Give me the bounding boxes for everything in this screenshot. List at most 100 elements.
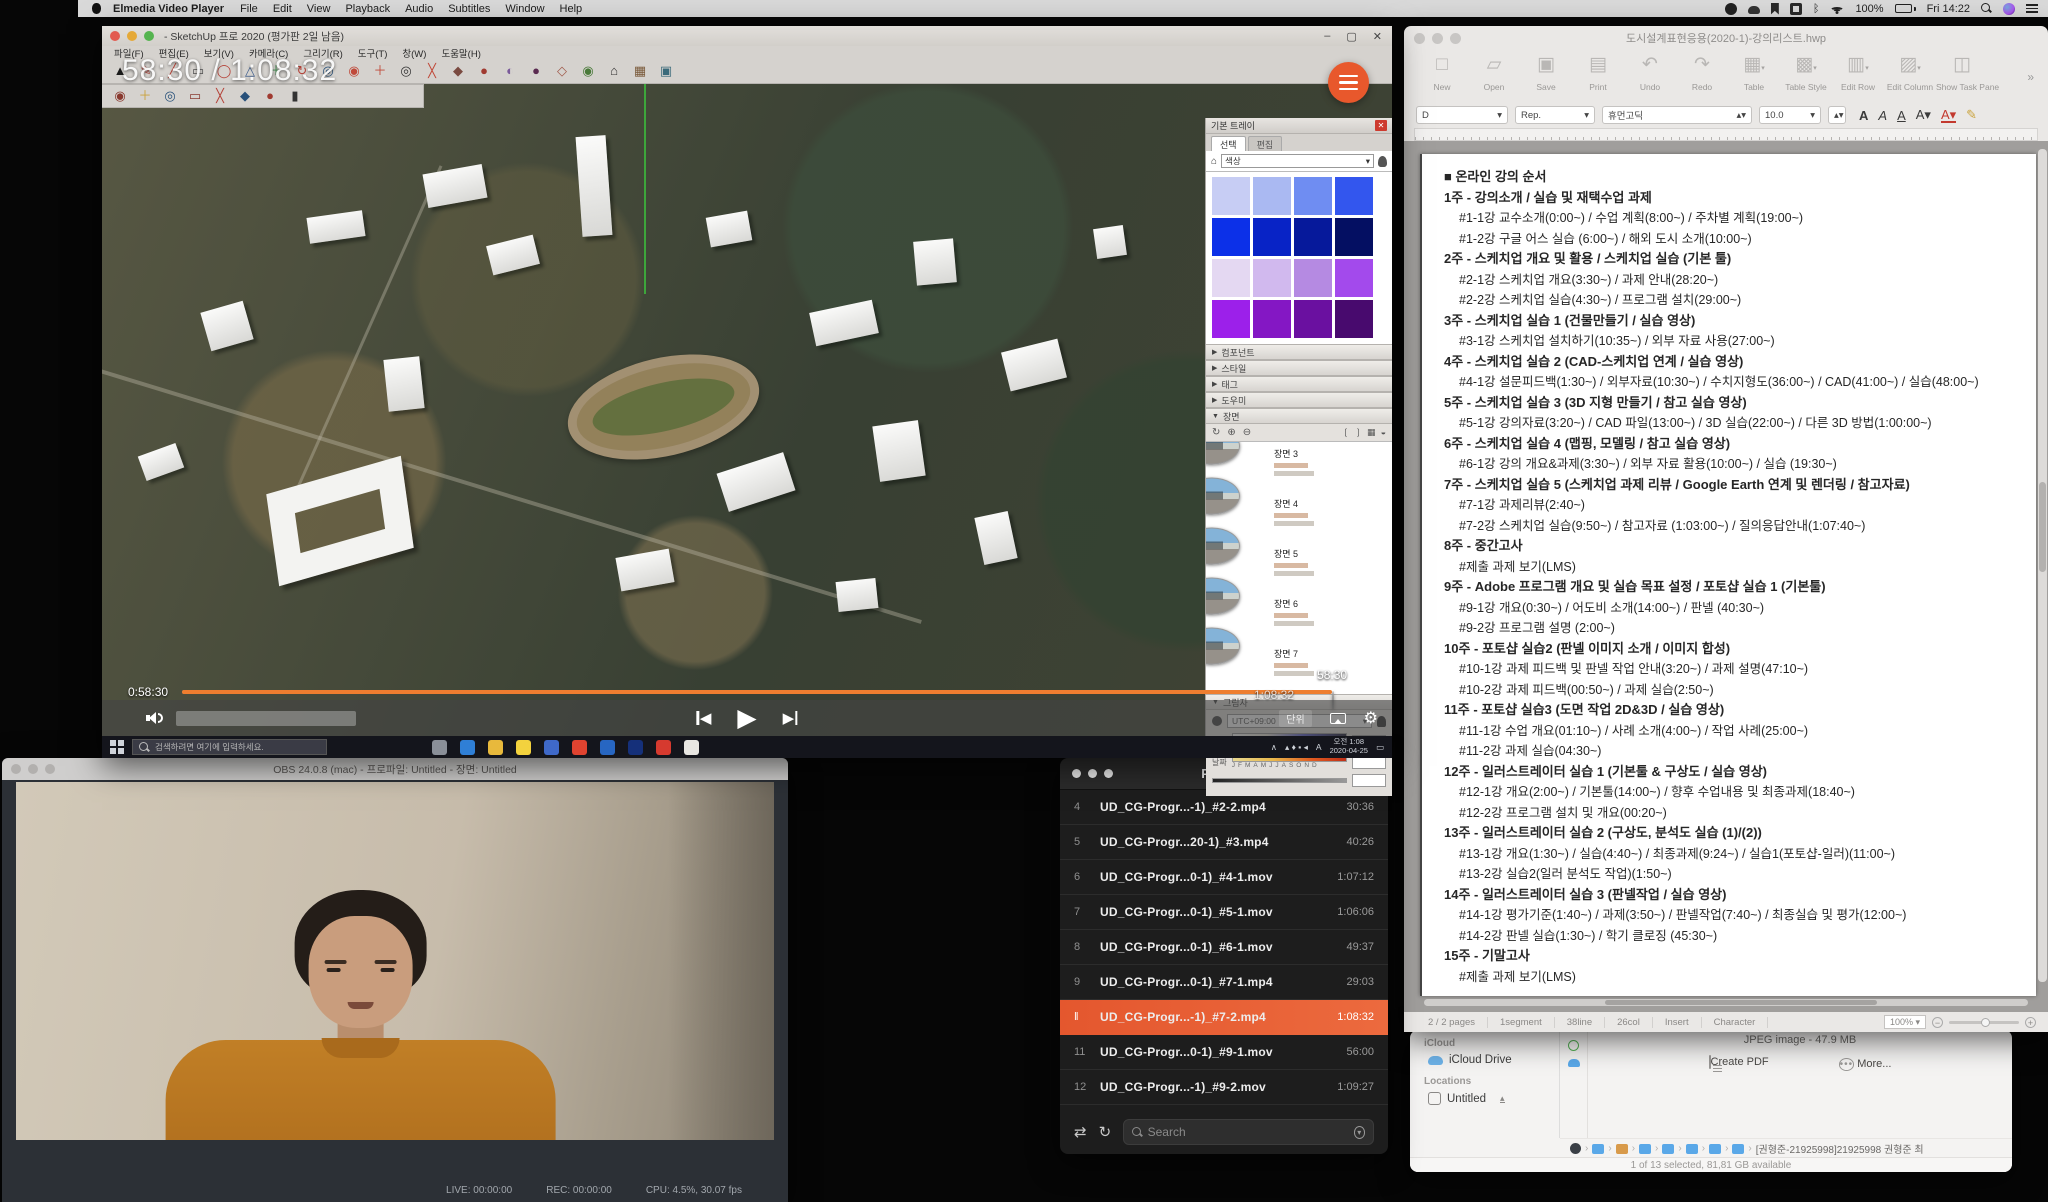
sketchup-tool-icon[interactable]: ▭: [185, 87, 205, 105]
player-menu-button[interactable]: [1328, 62, 1369, 103]
path-file-name[interactable]: [권형준-21925998]21925998 권형준 최: [1756, 1141, 1924, 1156]
hwp-toolbar-button[interactable]: ▤ Print: [1572, 52, 1624, 92]
scene-option-icon[interactable]: ❲: [1342, 427, 1350, 438]
size-stepper[interactable]: ▴▾: [1828, 106, 1846, 124]
color-swatch[interactable]: [1335, 218, 1373, 256]
window-control-glyph[interactable]: –: [1324, 30, 1330, 42]
playlist-row[interactable]: 11 UD_CG-Progr...0-1)_#9-1.mov 56:00: [1060, 1035, 1388, 1070]
sketchup-tool-icon[interactable]: ◎: [396, 62, 416, 80]
playlist-row[interactable]: ‖ UD_CG-Progr...-1)_#7-2.mp4 1:08:32: [1060, 1000, 1388, 1035]
start-button-icon[interactable]: [110, 740, 124, 754]
path-folder-icon[interactable]: [1639, 1144, 1651, 1154]
more-button[interactable]: ••• More...: [1839, 1056, 1892, 1074]
bold-button[interactable]: A: [1859, 108, 1868, 123]
sketchup-tool-icon[interactable]: ╳: [210, 87, 230, 105]
hwp-toolbar-button[interactable]: ▱ Open: [1468, 52, 1520, 92]
airplay-icon[interactable]: [1330, 713, 1346, 724]
scene-option-icon[interactable]: ❳: [1355, 427, 1363, 438]
hwp-toolbar-button[interactable]: ◫ Show Task Pane: [1936, 52, 1988, 92]
scene-item[interactable]: 장면 6: [1212, 596, 1378, 633]
color-swatch[interactable]: [1294, 218, 1332, 256]
active-app-name[interactable]: Elmedia Video Player: [113, 3, 224, 15]
taskbar-app-icon[interactable]: [628, 740, 643, 755]
color-swatch[interactable]: [1335, 300, 1373, 338]
hwp-toolbar-button[interactable]: ▣ Save: [1520, 52, 1572, 92]
path-folder-icon[interactable]: [1686, 1144, 1698, 1154]
color-swatch[interactable]: [1335, 259, 1373, 297]
sketchup-menu-item[interactable]: 도움말(H): [441, 46, 480, 60]
taskbar-app-icon[interactable]: [600, 740, 615, 755]
sketchup-viewport[interactable]: ◉＋◎▭╳◆●▮: [102, 84, 1392, 736]
eject-icon[interactable]: ▴: [1500, 1095, 1505, 1103]
seek-bar[interactable]: 58:30 1:08:32: [182, 690, 1380, 694]
path-home-icon[interactable]: [1616, 1144, 1628, 1154]
hwp-toolbar-button[interactable]: ▥▾ Edit Row: [1832, 52, 1884, 92]
refresh-icon[interactable]: ↻: [1212, 427, 1220, 438]
tray-section-scenes[interactable]: ▼장면: [1206, 408, 1392, 424]
menubar-item[interactable]: Playback: [345, 3, 390, 15]
hwp-toolbar-button[interactable]: ▩▾ Table Style: [1780, 52, 1832, 92]
tray-chevron-icon[interactable]: ∧: [1271, 742, 1277, 753]
notification-icon[interactable]: ▭: [1376, 742, 1384, 753]
settings-gear-icon[interactable]: ⚙: [1364, 708, 1378, 728]
color-swatch[interactable]: [1212, 259, 1250, 297]
sketchup-tool-icon[interactable]: ⌂: [604, 62, 624, 80]
tray-close-icon[interactable]: ✕: [1375, 120, 1387, 131]
tray-section-header[interactable]: ▶컴포넌트: [1206, 344, 1392, 360]
window-control-glyph[interactable]: ▢: [1346, 30, 1356, 43]
previous-button[interactable]: ◀: [696, 709, 711, 727]
windows-search-box[interactable]: 검색하려면 여기에 입력하세요.: [132, 739, 327, 755]
repeat-icon[interactable]: ↻: [1099, 1123, 1112, 1141]
menubar-clock[interactable]: Fri 14:22: [1927, 3, 1970, 15]
color-swatch[interactable]: [1294, 300, 1332, 338]
taskbar-clock[interactable]: 오전 1:08 2020-04-25: [1330, 738, 1368, 755]
scene-menu-icon[interactable]: ◒: [1381, 427, 1386, 438]
input-source-icon[interactable]: [1790, 3, 1802, 15]
taskbar-app-icon[interactable]: [432, 740, 447, 755]
path-folder-icon[interactable]: [1732, 1144, 1744, 1154]
tray-tab-select[interactable]: 선택: [1211, 136, 1246, 151]
menubar-item[interactable]: Edit: [273, 3, 292, 15]
path-folder-icon[interactable]: [1592, 1144, 1604, 1154]
window-control-glyph[interactable]: ✕: [1373, 30, 1382, 43]
scene-item[interactable]: 장면 4: [1212, 496, 1378, 533]
sketchup-tool-icon[interactable]: ＋: [135, 87, 155, 105]
bookmark-menubar-icon[interactable]: [1771, 3, 1779, 15]
dark-value-box[interactable]: [1352, 774, 1386, 787]
zoom-slider[interactable]: [1949, 1021, 2019, 1024]
playlist-row[interactable]: 8 UD_CG-Progr...0-1)_#6-1.mov 49:37: [1060, 930, 1388, 965]
shuffle-icon[interactable]: ⇄: [1074, 1123, 1087, 1141]
apple-menu-icon[interactable]: [92, 3, 101, 14]
battery-icon[interactable]: [1895, 4, 1916, 13]
sketchup-tool-icon[interactable]: ◆: [448, 62, 468, 80]
menubar-item[interactable]: Window: [505, 3, 544, 15]
spotlight-icon[interactable]: [1981, 3, 1992, 14]
menubar-item[interactable]: View: [307, 3, 331, 15]
playlist-search-input[interactable]: [1148, 1125, 1348, 1139]
color-swatch[interactable]: [1253, 177, 1291, 215]
italic-button[interactable]: A: [1878, 108, 1887, 123]
sketchup-tool-icon[interactable]: ●: [260, 87, 280, 105]
font-color-button[interactable]: A▾: [1941, 108, 1956, 123]
create-pdf-button[interactable]: Create PDF: [1709, 1056, 1769, 1074]
horizontal-scrollbar[interactable]: [1424, 999, 2028, 1006]
menubar-item[interactable]: Audio: [405, 3, 433, 15]
sketchup-tool-icon[interactable]: ◆: [235, 87, 255, 105]
hwp-toolbar-button[interactable]: ↷ Redo: [1676, 52, 1728, 92]
tray-section-header[interactable]: ▶태그: [1206, 376, 1392, 392]
obs-menubar-icon[interactable]: [1725, 3, 1737, 15]
dark-slider[interactable]: [1212, 778, 1347, 783]
bluetooth-icon[interactable]: ᛒ: [1813, 3, 1820, 15]
playlist-row[interactable]: 5 UD_CG-Progr...20-1)_#3.mp4 40:26: [1060, 825, 1388, 860]
search-options-icon[interactable]: ▾: [1354, 1126, 1365, 1139]
taskbar-app-icon[interactable]: [488, 740, 503, 755]
zoom-level-dropdown[interactable]: 100% ▾: [1884, 1015, 1926, 1029]
font-dropdown[interactable]: 휴먼고딕▴▾: [1602, 106, 1752, 124]
play-button[interactable]: ▶: [737, 703, 756, 733]
minimize-button[interactable]: [127, 31, 137, 41]
scene-item[interactable]: 장면 7: [1212, 646, 1378, 683]
hwp-toolbar-button[interactable]: ▦▾ Table: [1728, 52, 1780, 92]
siri-icon[interactable]: [2003, 3, 2015, 15]
scene-item[interactable]: 장면 3: [1212, 446, 1378, 483]
next-button[interactable]: ▶: [783, 709, 798, 727]
